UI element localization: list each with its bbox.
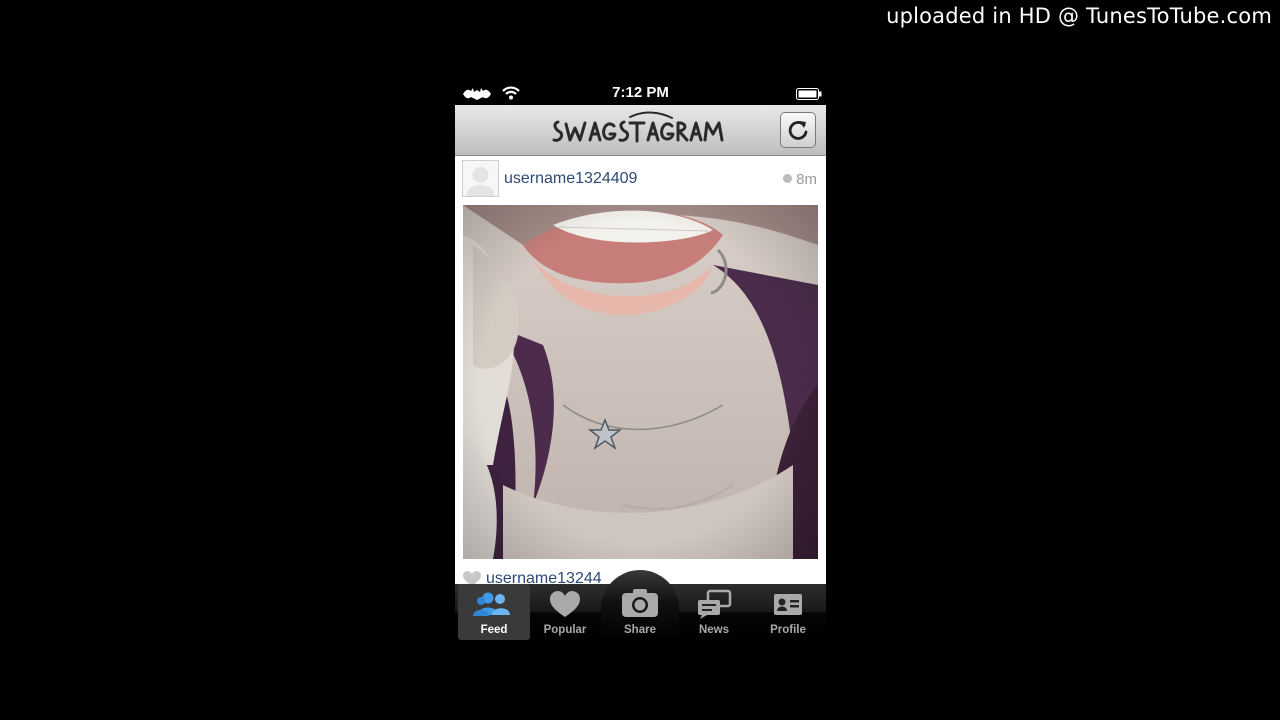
- battery-icon: [796, 87, 822, 105]
- avatar[interactable]: [462, 160, 499, 197]
- tab-popular[interactable]: Popular: [529, 584, 601, 640]
- clock-icon: [783, 174, 793, 183]
- watermark: uploaded in HD @ TunesToTube.com: [886, 4, 1272, 28]
- app-logo: [552, 111, 724, 143]
- tab-share-label: Share: [624, 624, 656, 636]
- news-bubbles-icon: [678, 589, 750, 619]
- profile-card-icon: [752, 589, 824, 619]
- tab-profile[interactable]: Profile: [752, 584, 824, 640]
- phone-screen: 7:12 PM username1324409 8m username13244…: [455, 80, 826, 640]
- navigation-bar: [455, 105, 826, 156]
- tab-news-label: News: [698, 624, 730, 636]
- status-time: 7:12 PM: [612, 84, 669, 101]
- post-username[interactable]: username1324409: [504, 170, 637, 188]
- feed-scroll[interactable]: username1324409 8m username13244: [455, 156, 826, 586]
- status-bar: 7:12 PM: [455, 80, 826, 105]
- post-time-ago: 8m: [796, 171, 817, 188]
- refresh-icon: [788, 121, 808, 140]
- post-timestamp: 8m: [783, 171, 817, 188]
- tab-bar: Feed Popular Share News Profile: [455, 570, 826, 640]
- heart-icon: [529, 589, 601, 619]
- tab-news[interactable]: News: [678, 584, 750, 640]
- post-photo[interactable]: [463, 205, 818, 559]
- refresh-button[interactable]: [780, 112, 816, 148]
- people-icon: [458, 589, 530, 619]
- post-header: username1324409 8m: [455, 156, 826, 204]
- tab-popular-label: Popular: [543, 624, 587, 636]
- tab-feed[interactable]: Feed: [458, 584, 530, 640]
- tab-profile-label: Profile: [770, 624, 806, 636]
- camera-icon: [604, 588, 676, 618]
- tab-share[interactable]: Share: [601, 570, 679, 640]
- tab-feed-label: Feed: [480, 624, 508, 636]
